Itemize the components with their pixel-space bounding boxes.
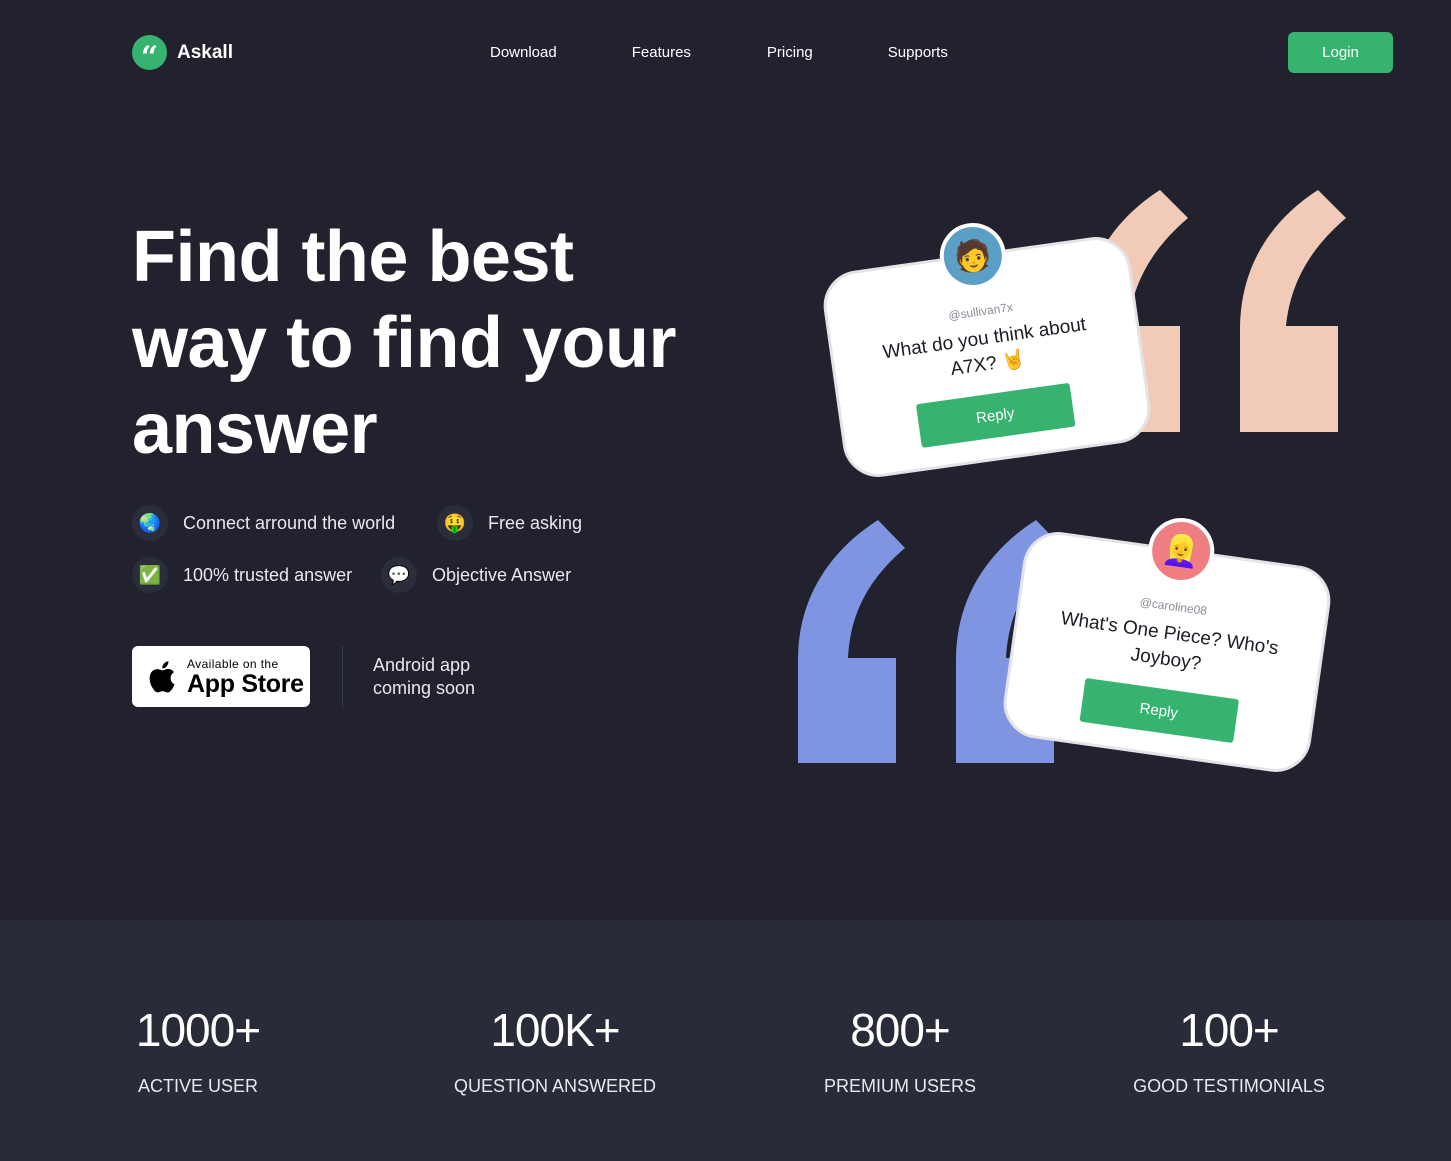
- stats-section: 1000+ ACTIVE USER 100K+ QUESTION ANSWERE…: [0, 920, 1451, 1161]
- landing-page: “ Askall Download Features Pricing Suppo…: [0, 0, 1451, 1161]
- stat-label: GOOD TESTIMONIALS: [1133, 1076, 1325, 1096]
- stat-value: 100+: [1179, 1004, 1280, 1056]
- question-card: 👱‍♀️ @caroline08 What's One Piece? Who's…: [999, 513, 1335, 777]
- quote-mark-shape: [798, 520, 905, 763]
- stat-value: 1000+: [135, 1004, 261, 1056]
- stat-label: ACTIVE USER: [137, 1076, 259, 1096]
- stat-item: 1000+ ACTIVE USER: [48, 1002, 348, 1097]
- stat-value: 800+: [850, 1004, 951, 1056]
- stat-label: QUESTION ANSWERED: [453, 1076, 657, 1096]
- quote-mark-shape: [1240, 190, 1346, 432]
- reply-button[interactable]: Reply: [915, 382, 1076, 448]
- stat-label: PREMIUM USERS: [823, 1076, 976, 1096]
- stat-value: 100K+: [490, 1004, 620, 1056]
- stat-item: 100K+ QUESTION ANSWERED: [405, 1002, 705, 1097]
- reply-button[interactable]: Reply: [1078, 677, 1239, 743]
- question-card: 🧑 @sullivan7x What do you think about A7…: [819, 218, 1155, 482]
- stat-item: 100+ GOOD TESTIMONIALS: [1079, 1002, 1379, 1097]
- quote-illustration: [798, 190, 1346, 763]
- stat-item: 800+ PREMIUM USERS: [750, 1002, 1050, 1097]
